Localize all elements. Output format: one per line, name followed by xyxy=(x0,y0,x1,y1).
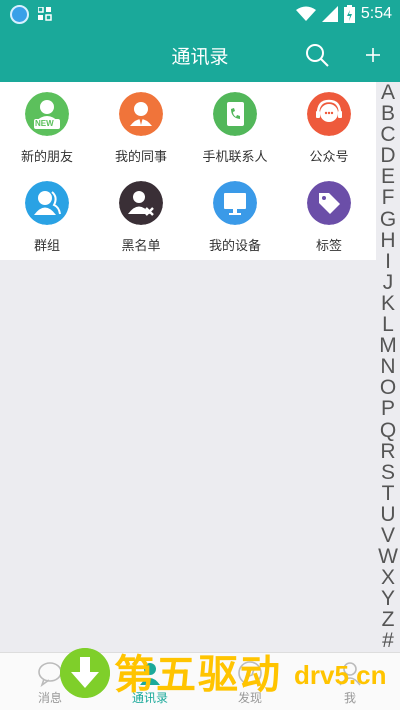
grid-item-groups[interactable]: 群组 xyxy=(0,171,94,260)
index-letter-y[interactable]: Y xyxy=(376,588,400,609)
colleague-icon xyxy=(119,92,163,136)
index-letter-j[interactable]: J xyxy=(376,272,400,293)
add-icon[interactable] xyxy=(360,42,386,68)
status-time: 5:54 xyxy=(360,5,392,22)
grid-item-label: 我的同事 xyxy=(114,150,167,165)
index-letter-u[interactable]: U xyxy=(376,504,400,525)
index-letter-o[interactable]: O xyxy=(376,377,400,398)
grid-item-label: 我的设备 xyxy=(208,239,261,254)
index-letter-x[interactable]: X xyxy=(376,567,400,588)
download-arrow-icon xyxy=(60,648,110,698)
index-letter-s[interactable]: S xyxy=(376,462,400,483)
search-icon[interactable] xyxy=(304,42,330,68)
watermark-text: 第五驱动 xyxy=(114,652,282,698)
index-letter-h[interactable]: H xyxy=(376,230,400,251)
index-letter-w[interactable]: W xyxy=(376,546,400,567)
index-letter-m[interactable]: M xyxy=(376,335,400,356)
index-letter-n[interactable]: N xyxy=(376,356,400,377)
index-letter-g[interactable]: G xyxy=(376,208,400,229)
index-letter-a[interactable]: A xyxy=(376,82,400,103)
grid-item-devices[interactable]: 我的设备 xyxy=(188,171,282,260)
wifi-icon xyxy=(295,6,316,21)
watermark: 第五驱动 drv5.cn xyxy=(60,640,400,706)
index-letter-v[interactable]: V xyxy=(376,525,400,546)
grid-item-phone-contacts[interactable]: 手机联系人 xyxy=(188,82,282,171)
grid-item-label: 群组 xyxy=(33,239,60,254)
contacts-grid: NEW 新的朋友 我的同事 手机联系人 公众号 群组 黑名单 我的设备 标签 xyxy=(0,82,376,260)
index-letter-z[interactable]: Z xyxy=(376,609,400,630)
grid-item-colleagues[interactable]: 我的同事 xyxy=(94,82,188,171)
new-badge: NEW xyxy=(35,119,54,128)
new-friend-icon xyxy=(25,92,69,136)
index-letter-l[interactable]: L xyxy=(376,314,400,335)
phone-contacts-icon xyxy=(213,92,257,136)
alphabet-index[interactable]: A B C D E F G H I J K L M N O P Q R S T … xyxy=(376,82,400,652)
device-icon xyxy=(213,181,257,225)
app-notification-icon xyxy=(10,5,29,24)
grid-item-public-account[interactable]: 公众号 xyxy=(282,82,376,171)
grid-notification-icon xyxy=(38,7,52,21)
grid-item-label: 标签 xyxy=(315,239,342,254)
grid-item-label: 手机联系人 xyxy=(202,150,268,165)
status-bar: 5:54 xyxy=(0,0,400,28)
index-letter-i[interactable]: I xyxy=(376,251,400,272)
app-header: 通讯录 xyxy=(0,28,400,82)
page-title: 通讯录 xyxy=(171,46,229,68)
grid-item-blacklist[interactable]: 黑名单 xyxy=(94,171,188,260)
index-letter-f[interactable]: F xyxy=(376,187,400,208)
index-letter-b[interactable]: B xyxy=(376,103,400,124)
index-letter-c[interactable]: C xyxy=(376,124,400,145)
index-letter-q[interactable]: Q xyxy=(376,419,400,440)
group-icon xyxy=(25,181,69,225)
index-letter-e[interactable]: E xyxy=(376,166,400,187)
grid-item-label: 公众号 xyxy=(309,150,349,165)
public-account-icon xyxy=(307,92,351,136)
index-letter-t[interactable]: T xyxy=(376,483,400,504)
grid-item-new-friends[interactable]: NEW 新的朋友 xyxy=(0,82,94,171)
battery-icon xyxy=(343,5,355,23)
signal-icon xyxy=(321,6,338,22)
grid-item-tags[interactable]: 标签 xyxy=(282,171,376,260)
index-letter-r[interactable]: R xyxy=(376,440,400,461)
index-letter-p[interactable]: P xyxy=(376,398,400,419)
index-letter-d[interactable]: D xyxy=(376,145,400,166)
grid-item-label: 黑名单 xyxy=(121,239,161,254)
blacklist-icon xyxy=(119,181,163,225)
tag-icon xyxy=(307,181,351,225)
grid-item-label: 新的朋友 xyxy=(20,150,73,165)
watermark-domain: drv5.cn xyxy=(294,660,387,690)
index-letter-k[interactable]: K xyxy=(376,293,400,314)
